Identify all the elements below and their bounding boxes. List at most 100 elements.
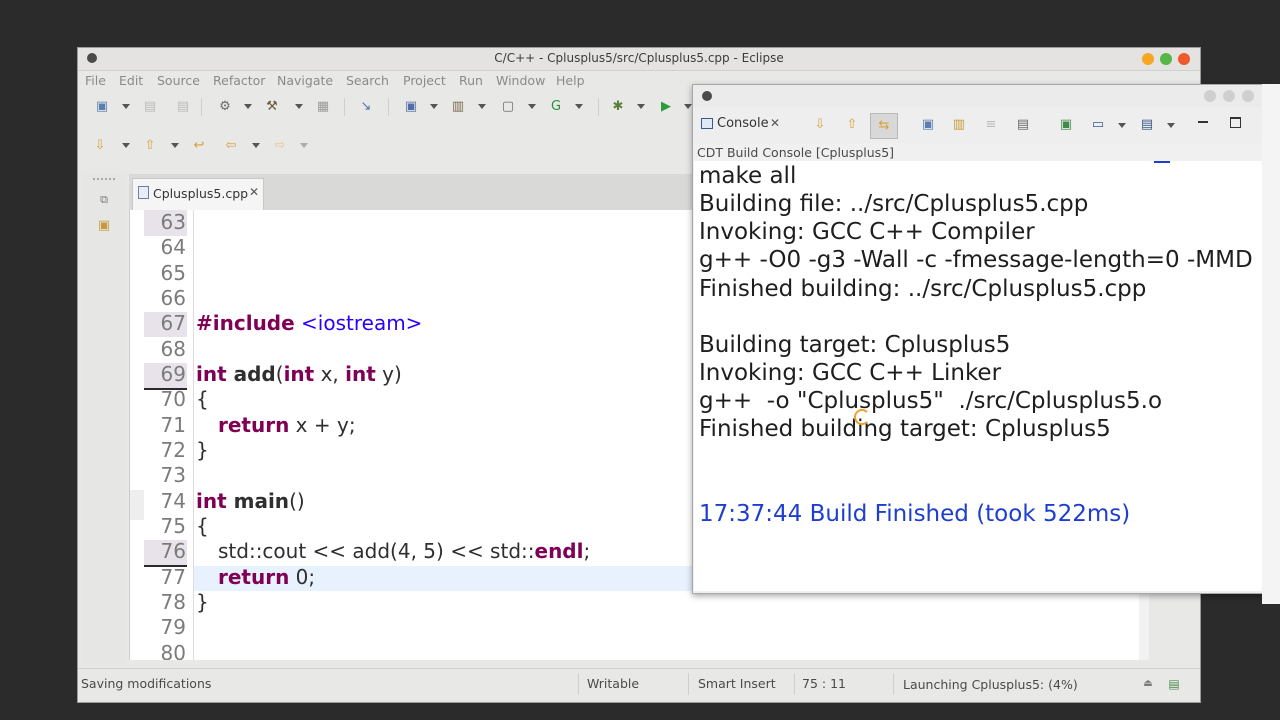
console-maximize-icon[interactable] <box>1223 90 1235 102</box>
scroll-lock-icon[interactable]: ▣ <box>920 117 936 133</box>
pin-console-icon[interactable]: ▣ <box>1058 117 1074 133</box>
menu-navigate[interactable]: Navigate <box>277 73 333 88</box>
window-title: C/C++ - Cplusplus5/src/Cplusplus5.cpp - … <box>494 51 784 65</box>
copy-build-log-icon[interactable]: ▥ <box>951 117 967 133</box>
right-edge-partial-window <box>1262 84 1280 604</box>
debug-bug-icon[interactable]: ✱ <box>610 99 626 115</box>
console-close-window-icon[interactable] <box>1242 90 1254 102</box>
menu-window[interactable]: Window <box>496 73 545 88</box>
code-line-70: } <box>196 438 209 462</box>
menu-run[interactable]: Run <box>459 73 483 88</box>
menu-source[interactable]: Source <box>157 73 200 88</box>
new-dropdown-icon[interactable] <box>122 104 130 109</box>
console-titlebar[interactable] <box>693 85 1263 107</box>
run-dropdown-icon[interactable] <box>684 104 692 109</box>
code-line-76: } <box>196 590 209 614</box>
menu-project[interactable]: Project <box>403 73 446 88</box>
new-cpp-project-icon[interactable]: ▣ <box>403 99 419 115</box>
new-icon[interactable]: ▣ <box>94 99 110 115</box>
restore-icon[interactable]: ⧉ <box>96 192 112 208</box>
maximize-window-icon[interactable] <box>1160 53 1172 65</box>
project-explorer-icon[interactable]: ▣ <box>96 218 112 234</box>
previous-annotation-icon[interactable]: ⇧ <box>142 138 158 154</box>
progress-stop-icon[interactable]: ⏏ <box>1140 676 1156 692</box>
display-selected-console-icon[interactable]: ▭ <box>1090 117 1106 133</box>
new-class-icon[interactable]: G <box>548 99 564 115</box>
console-minimize-icon[interactable] <box>1204 90 1216 102</box>
display-console-dropdown-icon[interactable] <box>1118 123 1126 128</box>
line-number: 75 <box>160 514 186 538</box>
run-icon[interactable]: ▶ <box>658 99 674 115</box>
line-number: 68 <box>160 337 186 361</box>
tab-label: Cplusplus5.cpp <box>153 186 249 201</box>
progress-view-icon[interactable]: ▤ <box>1166 676 1182 692</box>
keyword: return <box>218 413 290 437</box>
new-source-folder-icon[interactable]: ▥ <box>450 99 466 115</box>
console-tab-close-icon[interactable]: ✕ <box>770 116 780 130</box>
build-hammer-icon[interactable]: ⚒ <box>264 99 280 115</box>
previous-annotation-dropdown-icon[interactable] <box>171 143 179 148</box>
configurations-dropdown-icon[interactable] <box>244 104 252 109</box>
debug-dropdown-icon[interactable] <box>637 104 645 109</box>
code-text: ; <box>583 539 591 563</box>
back-arrow-icon[interactable]: ⇦ <box>223 138 239 154</box>
function-name: add <box>226 362 276 386</box>
build-all-icon[interactable]: ▦ <box>315 99 331 115</box>
build-dropdown-icon[interactable] <box>295 104 303 109</box>
new-class-dropdown-icon[interactable] <box>575 104 583 109</box>
select-target-icon[interactable]: ↘ <box>358 99 374 115</box>
line-number: 69 <box>160 362 186 386</box>
cpp-file-icon <box>138 186 149 199</box>
console-detached-window: Console ✕ ⇩ ⇧ ⇆ ▣ ▥ ≡ ▤ ▣ ▭ ▤ CDT Build … <box>692 84 1264 594</box>
main-toolbar: ▣ ▤ ▤ ⚙ ⚒ ▦ ↘ ▣ ▥ ▢ G ✱ ▶ <box>78 93 692 121</box>
code-text: () <box>289 489 305 513</box>
menu-edit[interactable]: Edit <box>119 73 143 88</box>
line-number: 77 <box>160 565 186 589</box>
console-tab-bar: Console ✕ ⇩ ⇧ ⇆ ▣ ▥ ≡ ▤ ▣ ▭ ▤ <box>693 107 1263 143</box>
code-line-68: { <box>196 387 209 411</box>
save-all-icon[interactable]: ▤ <box>175 99 191 115</box>
menu-help[interactable]: Help <box>556 73 585 88</box>
close-window-icon[interactable] <box>1178 53 1190 65</box>
new-file-dropdown-icon[interactable] <box>528 104 536 109</box>
scroll-up-icon[interactable]: ⇧ <box>844 117 860 133</box>
clear-console-icon[interactable]: ≡ <box>983 117 999 133</box>
progress-status[interactable]: Launching Cplusplus5: (4%) <box>903 677 1078 692</box>
menu-file[interactable]: File <box>85 73 106 88</box>
save-icon[interactable]: ▤ <box>142 99 158 115</box>
new-project-dropdown-icon[interactable] <box>430 104 438 109</box>
last-edit-location-icon[interactable]: ↩ <box>191 138 207 154</box>
manage-configurations-icon[interactable]: ⚙ <box>217 99 233 115</box>
window-titlebar[interactable]: C/C++ - Cplusplus5/src/Cplusplus5.cpp - … <box>78 48 1200 71</box>
forward-arrow-icon[interactable]: ⇨ <box>272 138 288 154</box>
forward-dropdown-icon[interactable] <box>300 143 308 148</box>
open-console-icon[interactable]: ▤ <box>1139 117 1155 133</box>
keyword: int <box>196 489 227 513</box>
open-console-dropdown-icon[interactable] <box>1167 123 1175 128</box>
menu-refactor[interactable]: Refactor <box>213 73 265 88</box>
link-errors-icon[interactable]: ⇆ <box>870 113 898 139</box>
writable-status: Writable <box>587 676 640 691</box>
busy-cursor-icon <box>854 409 870 425</box>
clear-console-all-icon[interactable]: ▤ <box>1015 117 1031 133</box>
console-line: Finished building: ../src/Cplusplus5.cpp <box>699 276 1147 302</box>
minimize-window-icon[interactable] <box>1142 53 1154 65</box>
code-line-67: int add(int x, int y) <box>196 362 402 386</box>
code-text: x + y; <box>289 413 356 437</box>
tab-close-icon[interactable]: ✕ <box>249 185 259 199</box>
next-annotation-dropdown-icon[interactable] <box>122 143 130 148</box>
menu-search[interactable]: Search <box>346 73 389 88</box>
tab-cplusplus5-cpp[interactable]: Cplusplus5.cpp ✕ <box>132 178 264 211</box>
console-window-menu-icon[interactable] <box>702 91 712 101</box>
new-source-file-icon[interactable]: ▢ <box>500 99 516 115</box>
view-minimize-icon[interactable] <box>1198 121 1208 123</box>
view-maximize-icon[interactable] <box>1230 117 1241 128</box>
code-text: y) <box>375 362 402 386</box>
console-output[interactable]: make all Building file: ../src/Cplusplus… <box>694 161 1262 591</box>
include-directive: #include <box>196 311 295 335</box>
next-annotation-icon[interactable]: ⇩ <box>92 138 108 154</box>
new-folder-dropdown-icon[interactable] <box>478 104 486 109</box>
tab-console[interactable]: Console ✕ <box>697 113 785 139</box>
scroll-down-icon[interactable]: ⇩ <box>812 117 828 133</box>
back-dropdown-icon[interactable] <box>252 143 260 148</box>
